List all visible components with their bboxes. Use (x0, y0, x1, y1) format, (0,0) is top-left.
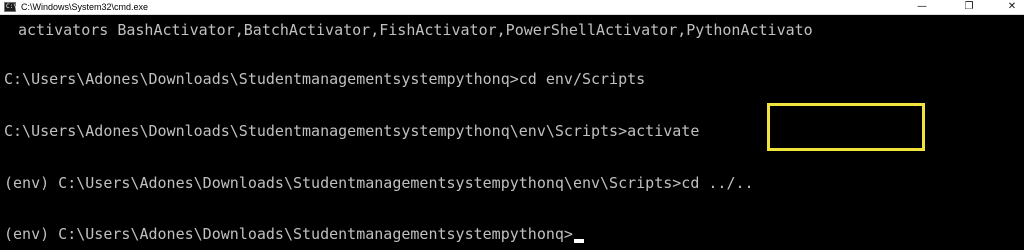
minimize-button[interactable]: — (906, 0, 938, 14)
restore-button[interactable]: ❐ (953, 0, 985, 14)
console-line-cd-up: (env) C:\Users\Adones\Downloads\Studentm… (4, 174, 754, 192)
cmd-icon-glyph: C:\ (6, 3, 17, 10)
console-line-activators: activators BashActivator,BatchActivator,… (18, 21, 813, 39)
current-prompt: (env) C:\Users\Adones\Downloads\Studentm… (4, 225, 573, 243)
close-button[interactable]: ✕ (996, 0, 1024, 14)
title-bar[interactable]: C:\ C:\Windows\System32\cmd.exe — ❐ ✕ (0, 0, 1024, 15)
cmd-icon: C:\ (4, 2, 17, 12)
text-cursor (573, 239, 584, 243)
console-line-activate: C:\Users\Adones\Downloads\Studentmanagem… (4, 122, 700, 140)
cmd-window: C:\ C:\Windows\System32\cmd.exe — ❐ ✕ ac… (0, 0, 1024, 250)
console-output[interactable]: activators BashActivator,BatchActivator,… (0, 15, 1024, 250)
activate-highlight-box (767, 103, 925, 151)
console-line-prompt[interactable]: (env) C:\Users\Adones\Downloads\Studentm… (4, 224, 584, 244)
console-line-cd-scripts: C:\Users\Adones\Downloads\Studentmanagem… (4, 70, 646, 88)
window-title: C:\Windows\System32\cmd.exe (21, 2, 149, 12)
